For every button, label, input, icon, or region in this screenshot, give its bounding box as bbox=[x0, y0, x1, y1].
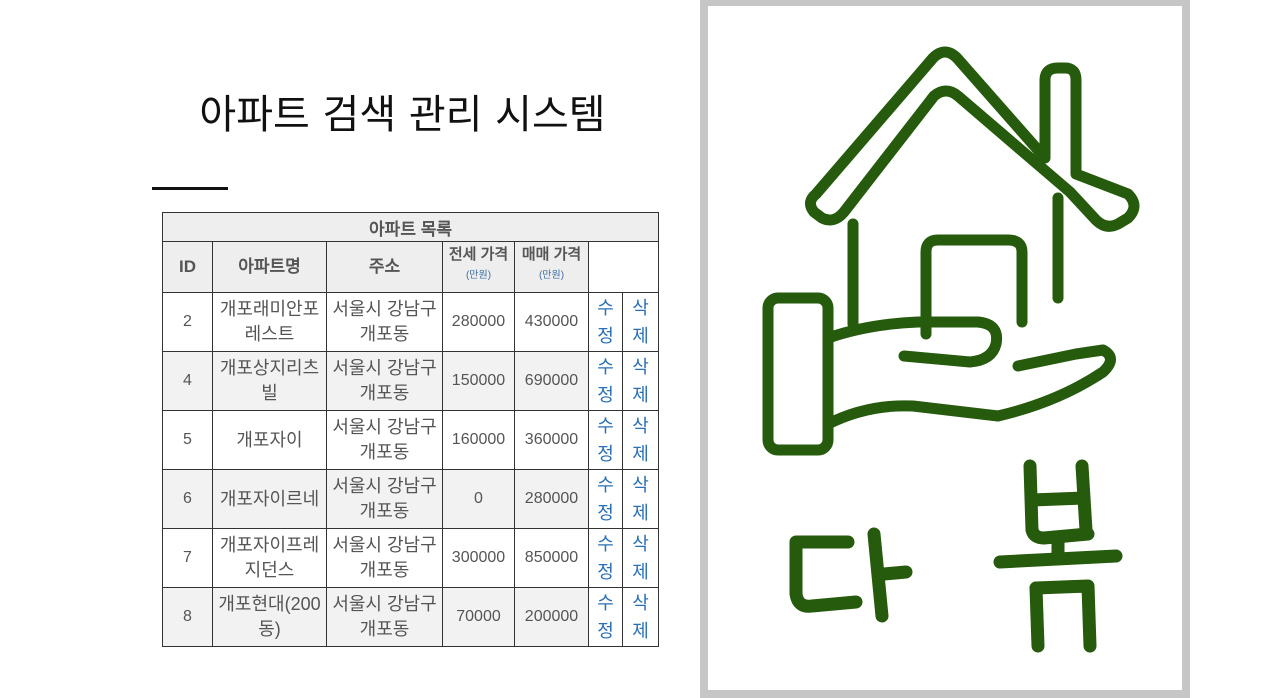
delete-link[interactable]: 삭제 bbox=[621, 528, 660, 588]
delete-link[interactable]: 삭제 bbox=[621, 292, 660, 352]
column-header-jeonse: 전세 가격 (만원) bbox=[442, 241, 515, 293]
column-header-sale: 매매 가격 (만원) bbox=[514, 241, 589, 293]
cell-id: 7 bbox=[162, 528, 213, 588]
cell-jeonse-price: 0 bbox=[442, 469, 515, 529]
cell-id: 6 bbox=[162, 469, 213, 529]
edit-link[interactable]: 수정 bbox=[588, 469, 623, 529]
delete-link[interactable]: 삭제 bbox=[621, 587, 660, 647]
cell-jeonse-price: 300000 bbox=[442, 528, 515, 588]
cell-apartment-name: 개포래미안포레스트 bbox=[212, 292, 327, 352]
table-row: 8 개포현대(200동) 서울시 강남구 개포동 70000 200000 수정 삭제 bbox=[162, 587, 660, 647]
cell-address: 서울시 강남구 개포동 bbox=[326, 469, 443, 529]
cell-sale-price: 200000 bbox=[514, 587, 589, 647]
cell-id: 2 bbox=[162, 292, 213, 352]
edit-link[interactable]: 수정 bbox=[588, 410, 623, 470]
edit-link[interactable]: 수정 bbox=[588, 528, 623, 588]
cell-id: 4 bbox=[162, 351, 213, 411]
table-caption: 아파트 목록 bbox=[161, 212, 660, 242]
edit-link[interactable]: 수정 bbox=[588, 292, 623, 352]
cell-address: 서울시 강남구 개포동 bbox=[326, 351, 443, 411]
cell-apartment-name: 개포현대(200동) bbox=[212, 587, 327, 647]
dabom-logo bbox=[762, 46, 1140, 653]
logo-frame bbox=[700, 0, 1190, 698]
logo-text bbox=[789, 459, 1123, 653]
cell-sale-price: 690000 bbox=[514, 351, 589, 411]
cell-jeonse-price: 70000 bbox=[442, 587, 515, 647]
cell-apartment-name: 개포상지리츠빌 bbox=[212, 351, 327, 411]
cell-apartment-name: 개포자이 bbox=[212, 410, 327, 470]
delete-link[interactable]: 삭제 bbox=[621, 469, 660, 529]
cell-address: 서울시 강남구 개포동 bbox=[326, 587, 443, 647]
cell-id: 8 bbox=[162, 587, 213, 647]
table-row: 2 개포래미안포레스트 서울시 강남구 개포동 280000 430000 수정 삭제 bbox=[162, 292, 660, 352]
cell-apartment-name: 개포자이르네 bbox=[212, 469, 327, 529]
cell-apartment-name: 개포자이프레지던스 bbox=[212, 528, 327, 588]
column-header-actions bbox=[587, 241, 660, 293]
table-body: 2 개포래미안포레스트 서울시 강남구 개포동 280000 430000 수정 삭제 4 개포… bbox=[162, 292, 660, 647]
edit-link[interactable]: 수정 bbox=[588, 587, 623, 647]
house-on-hand-icon bbox=[762, 46, 1140, 456]
page-title: 아파트 검색 관리 시스템 bbox=[199, 92, 606, 138]
apartment-table: 아파트 목록 ID 아파트명 주소 전세 가격 (만원) 매매 가격 (만원) … bbox=[161, 212, 660, 647]
delete-link[interactable]: 삭제 bbox=[621, 410, 660, 470]
column-header-sale-unit: (만원) bbox=[538, 270, 565, 281]
table-row: 5 개포자이 서울시 강남구 개포동 160000 360000 수정 삭제 bbox=[162, 410, 660, 470]
cell-sale-price: 430000 bbox=[514, 292, 589, 352]
edit-link[interactable]: 수정 bbox=[588, 351, 623, 411]
cell-sale-price: 280000 bbox=[514, 469, 589, 529]
cell-address: 서울시 강남구 개포동 bbox=[326, 528, 443, 588]
cell-jeonse-price: 150000 bbox=[442, 351, 515, 411]
column-header-jeonse-label: 전세 가격 bbox=[448, 246, 509, 263]
delete-link[interactable]: 삭제 bbox=[621, 351, 660, 411]
cell-address: 서울시 강남구 개포동 bbox=[326, 292, 443, 352]
column-header-sale-label: 매매 가격 bbox=[521, 246, 582, 263]
cell-jeonse-price: 160000 bbox=[442, 410, 515, 470]
cell-jeonse-price: 280000 bbox=[442, 292, 515, 352]
column-header-id: ID bbox=[162, 241, 213, 293]
column-header-address: 주소 bbox=[326, 241, 443, 293]
column-header-jeonse-unit: (만원) bbox=[465, 270, 492, 281]
table-row: 6 개포자이르네 서울시 강남구 개포동 0 280000 수정 삭제 bbox=[162, 469, 660, 529]
cell-id: 5 bbox=[162, 410, 213, 470]
table-row: 7 개포자이프레지던스 서울시 강남구 개포동 300000 850000 수정 삭제 bbox=[162, 528, 660, 588]
table-row: 4 개포상지리츠빌 서울시 강남구 개포동 150000 690000 수정 삭제 bbox=[162, 351, 660, 411]
column-header-name: 아파트명 bbox=[212, 241, 327, 293]
cell-sale-price: 360000 bbox=[514, 410, 589, 470]
cell-address: 서울시 강남구 개포동 bbox=[326, 410, 443, 470]
title-underline bbox=[152, 187, 228, 190]
cell-sale-price: 850000 bbox=[514, 528, 589, 588]
